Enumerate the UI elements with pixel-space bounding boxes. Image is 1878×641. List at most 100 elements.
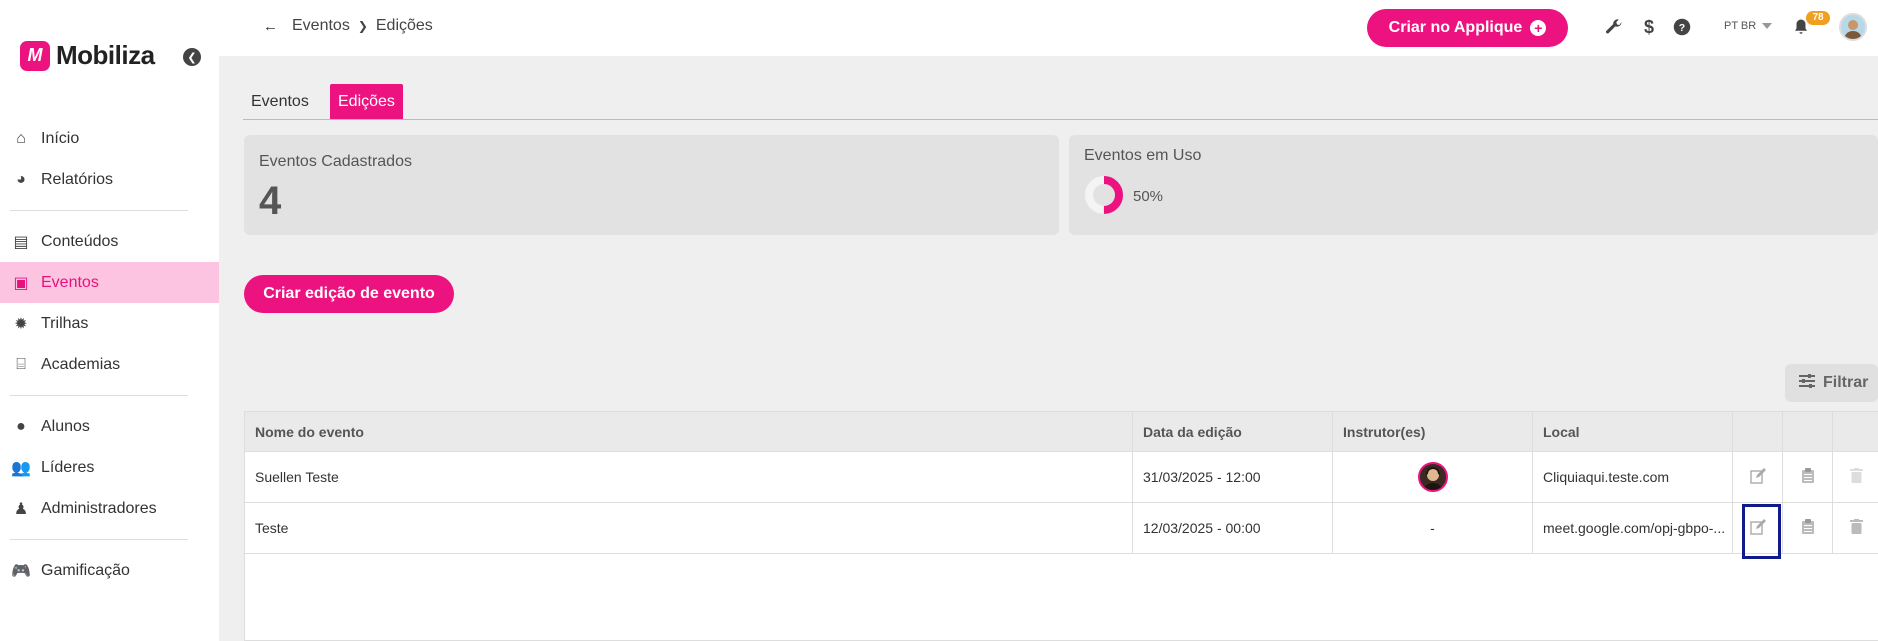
gamepad-icon: 🎮 [11, 562, 31, 580]
column-header-instructor[interactable]: Instrutor(es) [1332, 412, 1532, 451]
sidebar-item-administradores[interactable]: ♟ Administradores [0, 488, 219, 529]
badge-icon: ✹ [14, 315, 28, 333]
usage-donut-chart [1085, 176, 1123, 214]
cell-instructor: - [1332, 503, 1532, 553]
breadcrumb-separator-icon: ❯ [357, 19, 368, 33]
stat-registered-value: 4 [259, 179, 282, 223]
dollar-icon[interactable]: $ [1637, 15, 1661, 39]
stat-in-use-percent: 50% [1133, 188, 1164, 205]
column-header-edit [1732, 412, 1782, 451]
nav-separator [10, 539, 188, 540]
clipboard-icon[interactable] [1801, 519, 1814, 537]
cell-clipboard [1782, 503, 1832, 553]
breadcrumb-eventos[interactable]: Eventos [292, 17, 350, 35]
tabs: Eventos Edições [243, 84, 1878, 120]
cell-delete [1832, 503, 1878, 553]
tab-edicoes[interactable]: Edições [330, 84, 403, 119]
caret-down-icon [1762, 23, 1773, 29]
sidebar-item-alunos[interactable]: ● Alunos [0, 406, 219, 447]
instructor-empty: - [1430, 520, 1435, 536]
logo-text: Mobiliza [56, 40, 155, 70]
user-circle-icon: ● [16, 417, 26, 435]
filter-button[interactable]: Filtrar [1785, 364, 1878, 402]
logo[interactable]: M Mobiliza [20, 40, 155, 71]
column-header-local[interactable]: Local [1532, 412, 1732, 451]
sidebar-item-label: Trilhas [41, 314, 89, 332]
sidebar-item-label: Academias [41, 355, 121, 373]
cell-delete [1832, 452, 1878, 502]
stat-card-in-use: Eventos em Uso 50% [1069, 135, 1878, 235]
notification-count-badge: 78 [1806, 11, 1830, 25]
clipboard-icon[interactable] [1801, 468, 1814, 486]
sidebar-item-label: Alunos [41, 417, 90, 435]
sidebar-item-eventos[interactable]: ▣ Eventos [0, 262, 219, 303]
cell-edition-date: 12/03/2025 - 00:00 [1132, 503, 1332, 553]
institution-icon: ⌸ [16, 355, 26, 373]
chevron-left-icon: ❮ [187, 51, 197, 64]
cell-clipboard [1782, 452, 1832, 502]
cell-event-name: Teste [255, 520, 289, 536]
sidebar-item-label: Administradores [41, 499, 157, 517]
tab-eventos[interactable]: Eventos [243, 84, 317, 119]
pie-chart-icon: ◕ [16, 170, 26, 188]
sidebar-item-academias[interactable]: ⌸ Academias [0, 344, 219, 385]
edit-icon[interactable] [1749, 518, 1766, 538]
nav-separator [10, 395, 188, 396]
users-icon: 👥 [11, 459, 31, 477]
collapse-sidebar-button[interactable]: ❮ [183, 48, 201, 66]
stat-in-use-title: Eventos em Uso [1084, 147, 1202, 164]
breadcrumb-edicoes: Edições [375, 17, 433, 34]
cell-edition-date: 31/03/2025 - 12:00 [1132, 452, 1332, 502]
user-avatar[interactable] [1839, 13, 1867, 41]
stat-card-registered: Eventos Cadastrados 4 [244, 135, 1059, 235]
cell-local: Cliquiaqui.teste.com [1532, 452, 1732, 502]
column-header-date[interactable]: Data da edição [1132, 412, 1332, 451]
sidebar-item-label: Conteúdos [41, 232, 119, 250]
column-header-delete [1832, 412, 1878, 451]
filter-label: Filtrar [1823, 374, 1869, 391]
cell-event-name: Suellen Teste [255, 469, 339, 485]
sidebar-item-relatorios[interactable]: ◕ Relatórios [0, 159, 219, 200]
sidebar-item-label: Líderes [41, 458, 95, 476]
sidebar-item-label: Gamificação [41, 561, 130, 579]
language-label: PT BR [1724, 20, 1757, 32]
sidebar-item-conteudos[interactable]: ▤ Conteúdos [0, 221, 219, 262]
sidebar-item-label: Eventos [41, 273, 99, 291]
sidebar-item-inicio[interactable]: ⌂ Início [0, 118, 219, 159]
trash-icon[interactable] [1850, 468, 1863, 486]
create-edition-button[interactable]: Criar edição de evento [244, 275, 454, 313]
edit-icon[interactable] [1749, 467, 1766, 487]
sidebar-nav: ⌂ Início ◕ Relatórios ▤ Conteúdos ▣ Eventos ✹ Tri… [0, 118, 219, 591]
back-arrow-icon[interactable]: ← [263, 18, 278, 35]
archive-icon: ▤ [13, 233, 29, 251]
sidebar-item-label: Início [41, 129, 80, 147]
wrench-icon[interactable] [1602, 15, 1626, 39]
create-applique-button[interactable]: Criar no Applique + [1367, 9, 1568, 47]
instructor-avatar[interactable] [1417, 462, 1448, 492]
svg-text:?: ? [1679, 22, 1685, 34]
help-icon[interactable]: ? [1670, 15, 1694, 39]
column-header-name[interactable]: Nome do evento [245, 412, 1132, 451]
topbar: ← Eventos ❯ Edições Criar no Applique + … [219, 0, 1878, 56]
plus-circle-icon: + [1530, 20, 1547, 36]
home-icon: ⌂ [16, 129, 26, 147]
language-select[interactable]: PT BR [1724, 20, 1773, 32]
sliders-icon [1799, 373, 1815, 393]
stat-registered-title: Eventos Cadastrados [259, 153, 412, 170]
cell-edit [1732, 452, 1782, 502]
table-row: Suellen Teste 31/03/2025 - 12:00 Cliquiaqu… [245, 452, 1878, 503]
table-row: Teste 12/03/2025 - 00:00 - meet.google.com/… [245, 503, 1878, 554]
presentation-icon: ▣ [13, 274, 29, 292]
column-header-clipboard [1782, 412, 1832, 451]
cell-instructor [1332, 452, 1532, 502]
table-header: Nome do evento Data da edição Instrutor(… [245, 412, 1878, 452]
trash-icon[interactable] [1850, 519, 1863, 537]
logo-mark: M [20, 40, 50, 71]
events-table: Nome do evento Data da edição Instrutor(… [244, 411, 1878, 641]
sidebar-item-trilhas[interactable]: ✹ Trilhas [0, 303, 219, 344]
sidebar: M Mobiliza ❮ ⌂ Início ◕ Relatórios ▤ Conteúdo… [0, 0, 219, 641]
sidebar-item-lideres[interactable]: 👥 Líderes [0, 447, 219, 488]
cell-edit [1732, 503, 1782, 553]
sidebar-item-gamificacao[interactable]: 🎮 Gamificação [0, 550, 219, 591]
nav-separator [10, 210, 188, 211]
